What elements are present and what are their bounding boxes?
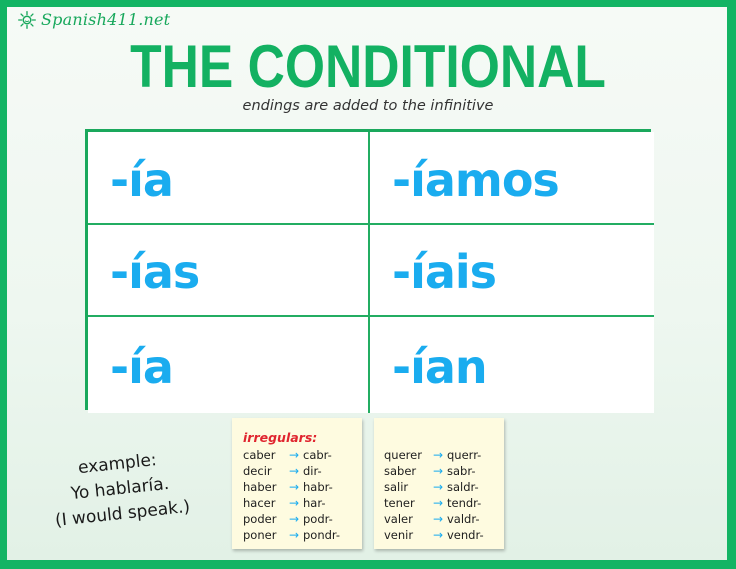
irregular-infinitive: tener (384, 496, 415, 510)
brand-name: Spanish411.net (41, 10, 171, 29)
irregular-stem: vendr- (447, 528, 484, 542)
irregular-verb-row: venir → vendr- (384, 527, 504, 543)
arrow-right-icon: → (289, 512, 300, 526)
irregular-infinitive: haber (243, 480, 277, 494)
irregular-stem: valdr- (447, 512, 480, 526)
page-subtitle: endings are added to the infinitive (242, 98, 494, 114)
irregular-stem: saldr- (447, 480, 479, 494)
irregular-infinitive: valer (384, 512, 413, 526)
irregular-verb-row: poder → podr- (243, 511, 362, 527)
arrow-right-icon: → (433, 480, 444, 494)
endings-cell-vosotros: -íais (370, 225, 654, 317)
arrow-right-icon: → (433, 448, 444, 462)
irregular-stem: podr- (303, 512, 333, 526)
sun-icon (18, 11, 36, 29)
ending-text: -ía (110, 152, 174, 207)
irregular-infinitive: poder (243, 512, 277, 526)
endings-table: -ía -íamos -ías -íais -ía -ían (85, 129, 654, 413)
irregular-verb-row: querer → querr- (384, 447, 504, 463)
irregular-verb-row: haber → habr- (243, 479, 362, 495)
irregular-infinitive: decir (243, 464, 272, 478)
irregular-verb-row: decir → dir- (243, 463, 362, 479)
arrow-right-icon: → (289, 464, 300, 478)
irregular-stem: dir- (303, 464, 322, 478)
irregular-infinitive: caber (243, 448, 276, 462)
arrow-right-icon: → (433, 464, 444, 478)
arrow-right-icon: → (289, 496, 300, 510)
irregulars-heading: irregulars: (243, 430, 318, 445)
irregular-verb-row: saber → sabr- (384, 463, 504, 479)
arrow-right-icon: → (433, 512, 444, 526)
ending-text: -íais (392, 245, 497, 299)
irregulars-note-1: irregulars: caber → cabr-decir → dir-haber → h… (232, 418, 362, 549)
irregular-verb-row: salir → saldr- (384, 479, 504, 495)
ending-text: -ías (110, 245, 200, 299)
arrow-right-icon: → (433, 496, 444, 510)
irregulars-note-2: querer → querr-saber → sabr-salir → saldr-tene… (374, 418, 504, 549)
endings-cell-nosotros: -íamos (370, 132, 654, 225)
irregular-stem: har- (303, 496, 326, 510)
irregular-infinitive: querer (384, 448, 422, 462)
irregular-verb-row: tener → tendr- (384, 495, 504, 511)
irregular-stem: tendr- (447, 496, 482, 510)
ending-text: -ían (392, 340, 488, 394)
endings-cell-el: -ía (88, 317, 370, 413)
endings-cell-tu: -ías (88, 225, 370, 317)
arrow-right-icon: → (289, 480, 300, 494)
irregular-verb-row: hacer → har- (243, 495, 362, 511)
irregular-stem: querr- (447, 448, 482, 462)
ending-text: -íamos (392, 152, 560, 207)
irregular-verb-row: poner → pondr- (243, 527, 362, 543)
irregular-infinitive: hacer (243, 496, 276, 510)
irregular-stem: cabr- (303, 448, 332, 462)
irregular-stem: sabr- (447, 464, 476, 478)
arrow-right-icon: → (433, 528, 444, 542)
endings-cell-yo: -ía (88, 132, 370, 225)
irregular-infinitive: salir (384, 480, 409, 494)
irregular-stem: pondr- (303, 528, 341, 542)
irregular-verb-row: valer → valdr- (384, 511, 504, 527)
irregular-infinitive: poner (243, 528, 277, 542)
irregular-infinitive: saber (384, 464, 417, 478)
irregulars-list: querer → querr-saber → sabr-salir → saldr-tene… (384, 447, 504, 543)
irregulars-list: caber → cabr-decir → dir-haber → habr-hacer → ha… (243, 447, 362, 543)
arrow-right-icon: → (289, 528, 300, 542)
arrow-right-icon: → (289, 448, 300, 462)
irregular-infinitive: venir (384, 528, 414, 542)
ending-text: -ía (110, 340, 174, 394)
irregular-stem: habr- (303, 480, 333, 494)
endings-cell-ellos: -ían (370, 317, 654, 413)
irregular-verb-row: caber → cabr- (243, 447, 362, 463)
brand-logo: Spanish411.net (18, 11, 170, 29)
page-title: THE CONDITIONAL (130, 33, 606, 100)
